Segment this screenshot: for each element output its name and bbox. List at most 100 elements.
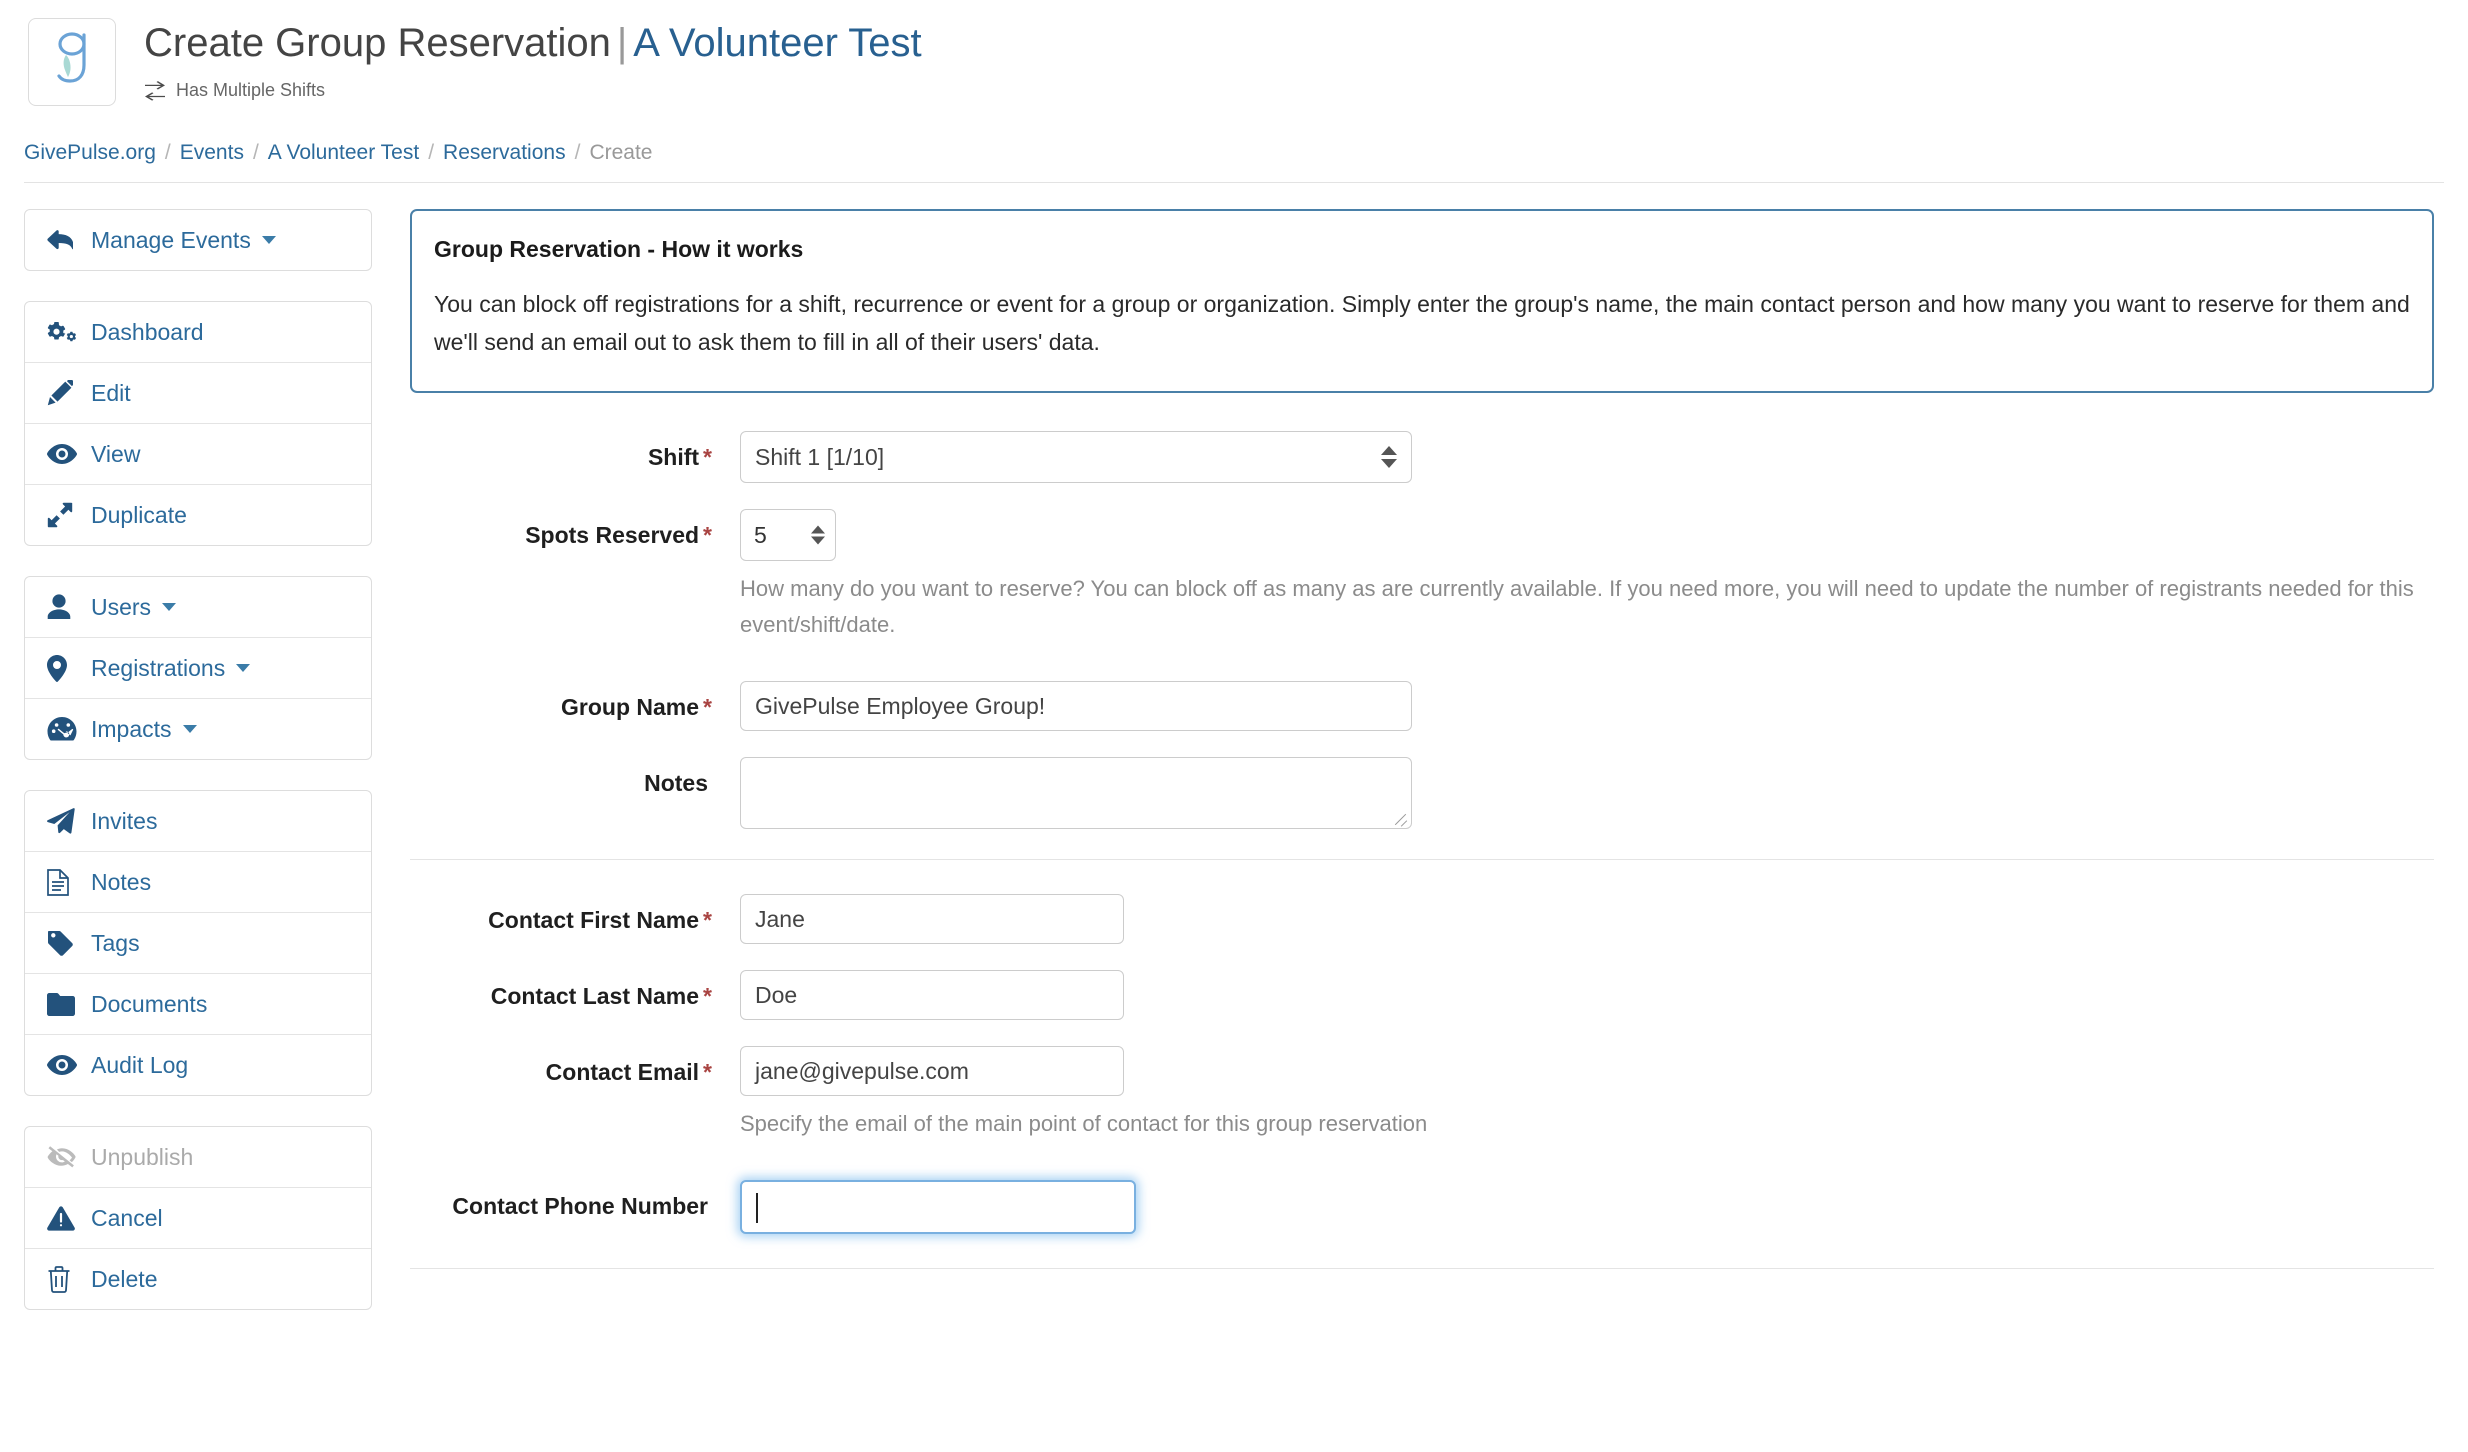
- breadcrumb-separator: /: [252, 141, 259, 164]
- contact-first-name-label-text: Contact First Name: [488, 907, 700, 933]
- breadcrumb-item-reservations[interactable]: Reservations: [443, 141, 566, 165]
- sidebar-group-2: Users Registrations Impacts: [24, 576, 372, 760]
- sidebar-item-label: Manage Events: [91, 227, 251, 253]
- group-name-required-marker: *: [703, 694, 712, 720]
- sidebar-item-users[interactable]: Users: [25, 577, 371, 638]
- page-title-event-link[interactable]: A Volunteer Test: [633, 21, 921, 65]
- sidebar-item-notes[interactable]: Notes: [25, 852, 371, 913]
- document-lines-icon: [47, 868, 77, 896]
- resize-grip-icon[interactable]: [1392, 809, 1408, 825]
- sidebar-group-1: Dashboard Edit View Duplicate: [24, 301, 372, 546]
- section-divider-contact: [410, 859, 2434, 860]
- pencil-icon: [47, 380, 77, 406]
- sidebar-group-4: Unpublish Cancel Delete: [24, 1126, 372, 1310]
- shift-select[interactable]: Shift 1 [1/10]: [740, 431, 1412, 483]
- exchange-arrows-icon: [144, 80, 166, 101]
- breadcrumb-item-givepulse-org[interactable]: GivePulse.org: [24, 141, 156, 165]
- group-name-control-wrap: GivePulse Employee Group!: [740, 681, 2434, 731]
- sidebar-group-3: Invites Notes Tags Documents Audit Log: [24, 790, 372, 1096]
- expand-arrows-icon: [47, 502, 77, 528]
- shift-required-marker: *: [703, 444, 712, 470]
- contact-email-label: Contact Email *: [410, 1046, 740, 1086]
- breadcrumb-separator: /: [164, 141, 171, 164]
- sidebar-item-duplicate[interactable]: Duplicate: [25, 485, 371, 545]
- sidebar-item-label: View: [91, 441, 141, 467]
- sidebar-item-manage-events[interactable]: Manage Events: [25, 210, 371, 270]
- chevron-down-icon[interactable]: [182, 725, 197, 733]
- contact-first-name-control-wrap: Jane: [740, 894, 2434, 944]
- folder-icon: [47, 992, 77, 1016]
- shift-label-text: Shift: [647, 444, 700, 470]
- paper-plane-icon: [47, 808, 77, 834]
- form-row-contact-email: Contact Email * jane@givepulse.com Specif…: [410, 1046, 2434, 1142]
- tag-icon: [47, 930, 77, 956]
- contact-last-name-control-wrap: Doe: [740, 970, 2434, 1020]
- givepulse-g-logo-icon: [44, 28, 100, 97]
- sidebar-item-cancel[interactable]: Cancel: [25, 1188, 371, 1249]
- chevron-down-icon[interactable]: [162, 603, 177, 611]
- sidebar-item-label: Cancel: [91, 1205, 163, 1231]
- sidebar-item-edit[interactable]: Edit: [25, 363, 371, 424]
- info-box-title: Group Reservation - How it works: [434, 236, 804, 262]
- notes-control-wrap: [740, 757, 2434, 829]
- sidebar-item-documents[interactable]: Documents: [25, 974, 371, 1035]
- contact-last-name-input[interactable]: Doe: [740, 970, 1124, 1020]
- group-name-input[interactable]: GivePulse Employee Group!: [740, 681, 1412, 731]
- spots-reserved-help-text: How many do you want to reserve? You can…: [740, 576, 2414, 637]
- sidebar-item-label: Documents: [91, 991, 208, 1017]
- back-arrow-icon: [47, 229, 77, 251]
- eye-icon: [47, 443, 77, 465]
- notes-label: Notes: [410, 757, 740, 797]
- form-row-contact-first-name: Contact First Name * Jane: [410, 894, 2434, 944]
- sidebar-item-label: Edit: [91, 380, 131, 406]
- sidebar-item-label: Notes: [91, 869, 152, 895]
- contact-email-control-wrap: jane@givepulse.com Specify the email of …: [740, 1046, 2434, 1142]
- page-title-main: Create Group Reservation: [144, 21, 611, 65]
- dashboard-gauge-icon: [47, 716, 77, 742]
- sidebar-item-view[interactable]: View: [25, 424, 371, 485]
- sidebar-item-registrations[interactable]: Registrations: [25, 638, 371, 699]
- contact-email-input[interactable]: jane@givepulse.com: [740, 1046, 1124, 1096]
- breadcrumb-item-a-volunteer-test[interactable]: A Volunteer Test: [268, 141, 419, 165]
- contact-last-name-required-marker: *: [703, 983, 712, 1009]
- contact-first-name-required-marker: *: [703, 907, 712, 933]
- notes-textarea[interactable]: [740, 757, 1412, 829]
- has-multiple-shifts-badge: Has Multiple Shifts: [144, 80, 922, 101]
- chevron-down-icon[interactable]: [236, 664, 251, 672]
- stepper-arrows-icon[interactable]: [811, 525, 825, 545]
- contact-last-name-label: Contact Last Name *: [410, 970, 740, 1010]
- page-header: Create Group Reservation | A Volunteer Tes…: [0, 0, 2468, 132]
- contact-phone-input[interactable]: [740, 1180, 1136, 1234]
- breadcrumb-separator: /: [428, 141, 435, 164]
- shift-control-wrap: Shift 1 [1/10]: [740, 431, 2434, 483]
- sidebar-item-delete[interactable]: Delete: [25, 1249, 371, 1309]
- sidebar-group-0: Manage Events: [24, 209, 372, 271]
- form-row-spots-reserved: Spots Reserved * 5 How many do you want t…: [410, 509, 2434, 643]
- text-cursor: [756, 1193, 758, 1223]
- spots-reserved-stepper[interactable]: 5: [740, 509, 836, 561]
- sidebar-item-dashboard[interactable]: Dashboard: [25, 302, 371, 363]
- sidebar-item-audit-log[interactable]: Audit Log: [25, 1035, 371, 1095]
- spots-reserved-label-text: Spots Reserved: [525, 522, 700, 548]
- breadcrumb: GivePulse.org / Events / A Volunteer Test / Re…: [0, 132, 2468, 174]
- sidebar-item-label: Users: [91, 594, 152, 620]
- contact-phone-required-marker: [708, 1193, 712, 1219]
- how-it-works-info-box: Group Reservation - How it works You can…: [410, 209, 2434, 393]
- breadcrumb-item-events[interactable]: Events: [180, 141, 244, 165]
- sidebar-item-impacts[interactable]: Impacts: [25, 699, 371, 759]
- contact-email-label-text: Contact Email: [545, 1059, 700, 1085]
- contact-phone-control-wrap: [740, 1180, 2434, 1234]
- sidebar-item-label: Impacts: [91, 716, 172, 742]
- form-row-group-name: Group Name * GivePulse Employee Group!: [410, 681, 2434, 731]
- sidebar-item-invites[interactable]: Invites: [25, 791, 371, 852]
- logo-box[interactable]: [28, 18, 116, 106]
- chevron-down-icon[interactable]: [261, 236, 276, 244]
- form-row-contact-last-name: Contact Last Name * Doe: [410, 970, 2434, 1020]
- sidebar-item-tags[interactable]: Tags: [25, 913, 371, 974]
- sidebar: Manage Events Dashboard Edit View Duplicate U…: [24, 209, 372, 1340]
- trash-icon: [47, 1265, 77, 1293]
- contact-first-name-input[interactable]: Jane: [740, 894, 1124, 944]
- shift-label: Shift *: [410, 431, 740, 471]
- info-box-body: You can block off registrations for a sh…: [434, 291, 2410, 355]
